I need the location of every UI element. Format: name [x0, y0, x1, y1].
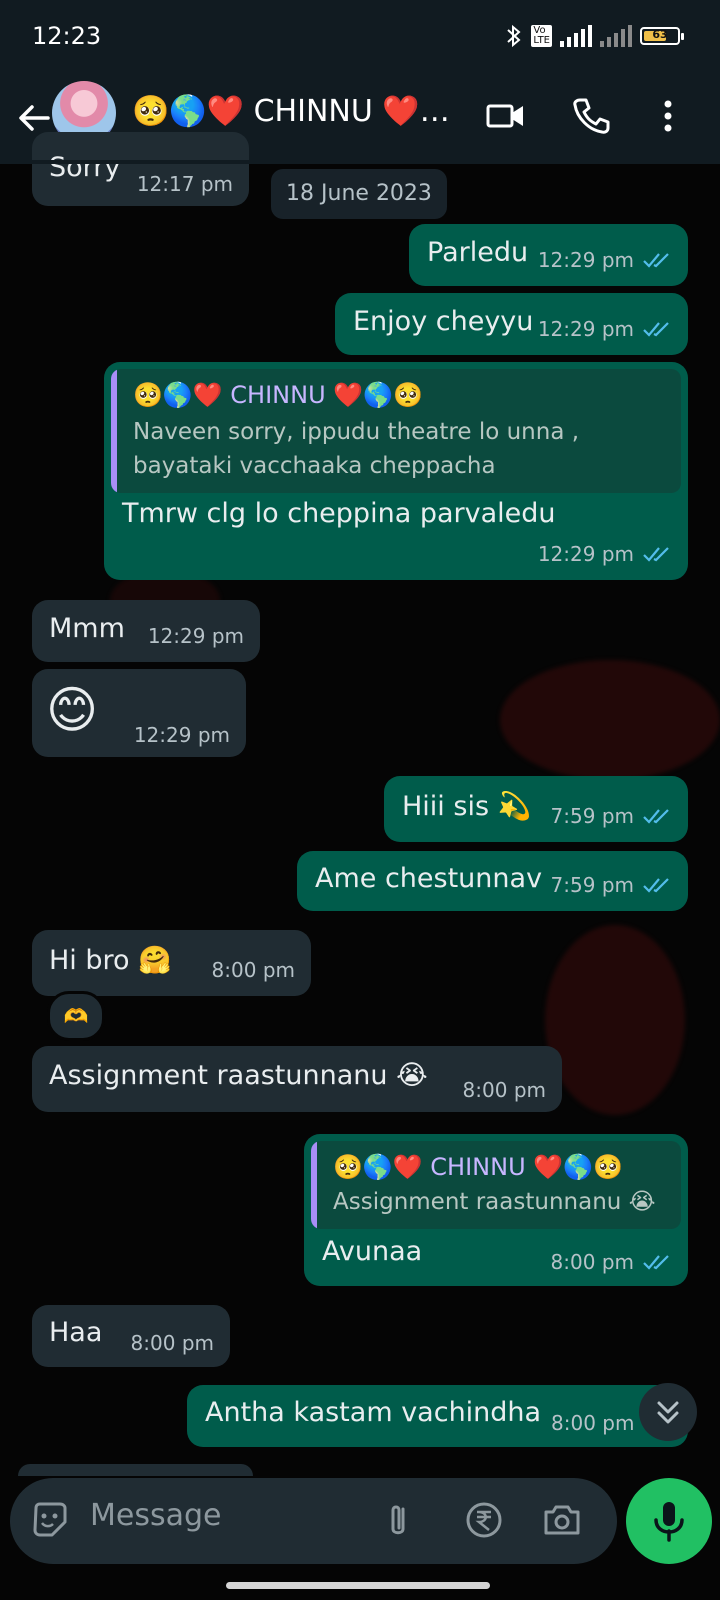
background-art	[500, 660, 720, 780]
home-indicator	[226, 1582, 490, 1589]
payment-rupee-icon[interactable]	[462, 1498, 506, 1542]
quoted-text: bayataki vacchaaka cheppacha	[133, 453, 496, 479]
message-time: 8:00 pm	[130, 1331, 214, 1355]
message-bubble-incoming[interactable]: Sorry 12:17 pm	[32, 132, 249, 206]
message-time: 12:29 pm	[538, 542, 672, 566]
message-input[interactable]: Message	[90, 1498, 221, 1533]
message-composer[interactable]: Message	[10, 1478, 617, 1564]
sticker-icon[interactable]	[28, 1498, 72, 1542]
message-time: 12:29 pm	[147, 624, 244, 648]
message-bubble-incoming[interactable]: Assignment raastunnanu 😭 8:00 pm	[32, 1046, 562, 1112]
partial-message-bubble	[18, 1464, 253, 1476]
voice-call-icon[interactable]	[569, 94, 613, 138]
background-art	[545, 925, 685, 1115]
status-icons: Vo LTE 63	[505, 24, 684, 48]
header-divider	[0, 160, 720, 164]
read-receipt-icon	[643, 547, 669, 562]
message-text: Avunaa	[322, 1236, 423, 1267]
battery-icon: 63	[640, 27, 684, 45]
volte-icon: Vo LTE	[531, 25, 552, 47]
message-text: Antha kastam vachindha	[205, 1397, 542, 1428]
battery-level: 63	[652, 28, 668, 41]
attachment-icon[interactable]	[376, 1498, 420, 1542]
message-text: Ame chestunnav	[315, 863, 543, 894]
message-time: 8:00 pm	[551, 1411, 635, 1435]
message-bubble-incoming[interactable]: Haa 8:00 pm	[32, 1305, 230, 1367]
quoted-message[interactable]: 🥺🌎❤️ CHINNU ❤️🌎🥺 Assignment raastunnanu …	[311, 1141, 681, 1229]
scroll-to-bottom-button[interactable]	[639, 1383, 697, 1441]
message-bubble-incoming[interactable]: 😊 12:29 pm	[32, 669, 246, 757]
message-reaction[interactable]: 🫶	[47, 991, 105, 1041]
message-text: Hiii sis 💫	[402, 791, 532, 822]
read-receipt-icon	[643, 1255, 669, 1270]
message-time: 8:00 pm	[211, 958, 295, 982]
message-bubble-incoming[interactable]: Mmm 12:29 pm	[32, 600, 260, 662]
message-time: 12:29 pm	[538, 317, 672, 341]
more-options-icon[interactable]	[646, 94, 690, 138]
microphone-icon	[654, 1502, 684, 1542]
read-receipt-icon	[643, 322, 669, 337]
date-separator: 18 June 2023	[271, 169, 447, 219]
signal-2-icon	[600, 25, 632, 47]
video-call-icon[interactable]	[484, 94, 528, 138]
quoted-message[interactable]: 🥺🌎❤️ CHINNU ❤️🌎🥺 Naveen sorry, ippudu th…	[111, 369, 681, 493]
message-text: Tmrw clg lo cheppina parvaledu	[122, 498, 556, 529]
message-bubble-outgoing-reply[interactable]: 🥺🌎❤️ CHINNU ❤️🌎🥺 Naveen sorry, ippudu th…	[104, 362, 688, 580]
message-text: Mmm	[49, 613, 125, 644]
quoted-sender: 🥺🌎❤️ CHINNU ❤️🌎🥺	[333, 1153, 623, 1181]
voice-message-button[interactable]	[626, 1478, 712, 1564]
quoted-text: Naveen sorry, ippudu theatre lo unna ,	[133, 419, 580, 445]
message-bubble-outgoing[interactable]: Enjoy cheyyu 12:29 pm	[335, 293, 688, 355]
message-time: 12:29 pm	[538, 248, 672, 272]
status-bar: 12:23 Vo LTE 63	[0, 0, 720, 76]
message-text: Parledu	[427, 237, 529, 268]
message-text: Haa	[49, 1317, 103, 1348]
status-time: 12:23	[32, 22, 102, 50]
message-time: 7:59 pm	[551, 804, 672, 828]
message-bubble-outgoing[interactable]: Parledu 12:29 pm	[409, 224, 688, 286]
message-time: 12:29 pm	[133, 723, 230, 747]
message-time: 12:17 pm	[136, 172, 233, 196]
message-text: Enjoy cheyyu	[353, 306, 534, 337]
chevron-double-down-icon	[657, 1401, 679, 1424]
message-text: Hi bro 🤗	[49, 945, 172, 976]
message-time: 8:00 pm	[462, 1078, 546, 1102]
read-receipt-icon	[643, 253, 669, 268]
quoted-text: Assignment raastunnanu 😭	[333, 1189, 656, 1215]
signal-icon	[560, 25, 592, 47]
read-receipt-icon	[643, 809, 669, 824]
message-bubble-outgoing[interactable]: Hiii sis 💫 7:59 pm	[384, 776, 688, 842]
message-time: 7:59 pm	[551, 873, 672, 897]
bluetooth-icon	[507, 24, 521, 48]
contact-name[interactable]: 🥺🌎❤️ CHINNU ❤️🌎🥺	[132, 94, 452, 129]
message-bubble-outgoing-reply[interactable]: 🥺🌎❤️ CHINNU ❤️🌎🥺 Assignment raastunnanu …	[304, 1134, 688, 1286]
message-text: 😊	[46, 681, 99, 739]
message-bubble-incoming[interactable]: Hi bro 🤗 8:00 pm	[32, 930, 311, 996]
quoted-sender: 🥺🌎❤️ CHINNU ❤️🌎🥺	[133, 381, 423, 409]
message-bubble-outgoing[interactable]: Antha kastam vachindha 8:00 pm	[187, 1385, 688, 1447]
message-time: 8:00 pm	[551, 1250, 672, 1274]
camera-icon[interactable]	[540, 1498, 584, 1542]
message-text: Sorry	[49, 152, 121, 183]
message-text: Assignment raastunnanu 😭	[49, 1060, 428, 1091]
read-receipt-icon	[643, 878, 669, 893]
message-bubble-outgoing[interactable]: Ame chestunnav 7:59 pm	[297, 851, 688, 911]
